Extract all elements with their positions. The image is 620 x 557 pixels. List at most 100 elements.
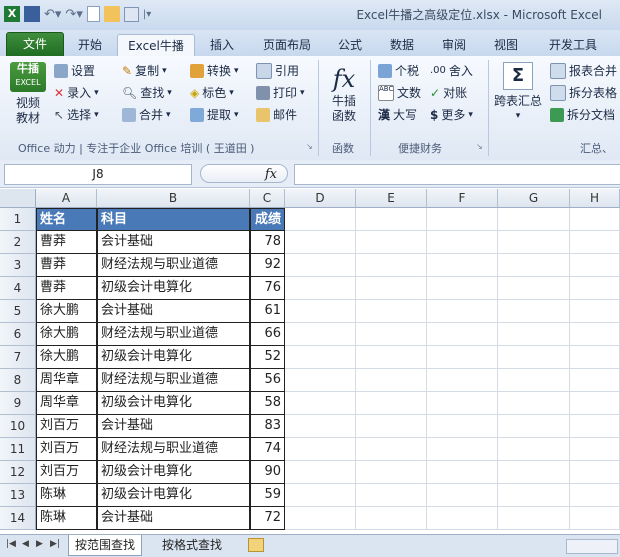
uppercase-button[interactable]: 漢大写 xyxy=(378,106,417,123)
table-cell[interactable]: 56 xyxy=(250,369,285,392)
row-header[interactable]: 7 xyxy=(0,346,36,369)
empty-cell[interactable] xyxy=(427,484,498,507)
row-header[interactable]: 12 xyxy=(0,461,36,484)
table-cell[interactable]: 83 xyxy=(250,415,285,438)
empty-cell[interactable] xyxy=(285,346,356,369)
excel-logo-icon[interactable]: X xyxy=(4,6,20,22)
empty-cell[interactable] xyxy=(285,415,356,438)
row-header[interactable]: 11 xyxy=(0,438,36,461)
insert-function-button[interactable]: fx xyxy=(200,164,288,183)
empty-cell[interactable] xyxy=(356,507,427,530)
empty-cell[interactable] xyxy=(285,461,356,484)
empty-cell[interactable] xyxy=(356,277,427,300)
empty-cell[interactable] xyxy=(570,438,620,461)
table-cell[interactable]: 陈琳 xyxy=(36,507,97,530)
sheet-tab-range-find[interactable]: 按范围查找 xyxy=(68,535,143,556)
prev-sheet-icon[interactable]: ◀ xyxy=(22,539,29,549)
tax-button[interactable]: 个税 xyxy=(378,62,419,79)
empty-cell[interactable] xyxy=(498,484,570,507)
table-cell[interactable]: 52 xyxy=(250,346,285,369)
empty-cell[interactable] xyxy=(570,507,620,530)
split-table-button[interactable]: 拆分表格 xyxy=(550,84,617,101)
table-header-cell[interactable]: 成绩 xyxy=(250,208,285,231)
empty-cell[interactable] xyxy=(427,231,498,254)
quote-button[interactable]: 引用 xyxy=(256,62,299,79)
column-header[interactable]: B xyxy=(97,189,250,208)
empty-cell[interactable] xyxy=(498,300,570,323)
tab-insert[interactable]: 插入 xyxy=(200,34,244,56)
mail-button[interactable]: 邮件 xyxy=(256,106,297,123)
empty-cell[interactable] xyxy=(498,323,570,346)
first-sheet-icon[interactable]: |◀ xyxy=(6,539,16,549)
empty-cell[interactable] xyxy=(570,484,620,507)
row-header[interactable]: 10 xyxy=(0,415,36,438)
table-cell[interactable]: 61 xyxy=(250,300,285,323)
open-folder-icon[interactable] xyxy=(103,6,120,22)
copy-button[interactable]: ✎ 复制 ▾ xyxy=(122,62,167,79)
table-cell[interactable]: 财经法规与职业道德 xyxy=(97,254,250,277)
empty-cell[interactable] xyxy=(570,231,620,254)
enter-button[interactable]: ✕ 录入 ▾ xyxy=(54,84,99,101)
table-cell[interactable]: 初级会计电算化 xyxy=(97,392,250,415)
tab-review[interactable]: 审阅 xyxy=(434,34,474,56)
find-button[interactable]: 🔍︎ 查找 ▾ xyxy=(122,84,172,101)
row-header[interactable]: 13 xyxy=(0,484,36,507)
empty-cell[interactable] xyxy=(427,507,498,530)
table-cell[interactable]: 刘百万 xyxy=(36,461,97,484)
empty-cell[interactable] xyxy=(427,461,498,484)
row-header[interactable]: 5 xyxy=(0,300,36,323)
empty-cell[interactable] xyxy=(570,208,620,231)
empty-cell[interactable] xyxy=(356,208,427,231)
row-header[interactable]: 6 xyxy=(0,323,36,346)
merge-button[interactable]: 合并 ▾ xyxy=(122,106,171,123)
niubo-function-button[interactable]: fx 牛插 函数 xyxy=(324,64,364,124)
table-cell[interactable]: 周华章 xyxy=(36,392,97,415)
empty-cell[interactable] xyxy=(570,277,620,300)
row-header[interactable]: 9 xyxy=(0,392,36,415)
empty-cell[interactable] xyxy=(498,231,570,254)
empty-cell[interactable] xyxy=(498,208,570,231)
more-button[interactable]: $ 更多 ▾ xyxy=(430,106,473,123)
empty-cell[interactable] xyxy=(498,415,570,438)
empty-cell[interactable] xyxy=(427,254,498,277)
extract-button[interactable]: 提取 ▾ xyxy=(190,106,239,123)
table-cell[interactable]: 72 xyxy=(250,507,285,530)
empty-cell[interactable] xyxy=(570,369,620,392)
empty-cell[interactable] xyxy=(427,415,498,438)
empty-cell[interactable] xyxy=(356,300,427,323)
settings-button[interactable]: 设置 xyxy=(54,62,95,79)
name-box[interactable]: J8 xyxy=(4,164,192,185)
redo-icon[interactable]: ↷▾ xyxy=(65,7,82,22)
empty-cell[interactable] xyxy=(427,300,498,323)
table-cell[interactable]: 初级会计电算化 xyxy=(97,346,250,369)
table-cell[interactable]: 90 xyxy=(250,461,285,484)
tab-page-layout[interactable]: 页面布局 xyxy=(254,34,320,56)
empty-cell[interactable] xyxy=(427,369,498,392)
tab-file[interactable]: 文件 xyxy=(6,32,64,57)
column-header[interactable]: D xyxy=(285,189,356,208)
column-header[interactable]: G xyxy=(498,189,570,208)
select-button[interactable]: ↖ 选择 ▾ xyxy=(54,106,99,123)
table-cell[interactable]: 66 xyxy=(250,323,285,346)
column-header[interactable]: E xyxy=(356,189,427,208)
next-sheet-icon[interactable]: ▶ xyxy=(36,539,43,549)
table-header-cell[interactable]: 科目 xyxy=(97,208,250,231)
table-cell[interactable]: 74 xyxy=(250,438,285,461)
convert-button[interactable]: 转换 ▾ xyxy=(190,62,239,79)
table-cell[interactable]: 徐大鹏 xyxy=(36,346,97,369)
empty-cell[interactable] xyxy=(498,254,570,277)
table-cell[interactable]: 78 xyxy=(250,231,285,254)
table-cell[interactable]: 59 xyxy=(250,484,285,507)
column-header[interactable]: C xyxy=(250,189,285,208)
empty-cell[interactable] xyxy=(427,346,498,369)
table-cell[interactable]: 92 xyxy=(250,254,285,277)
column-header[interactable]: F xyxy=(427,189,498,208)
table-cell[interactable]: 刘百万 xyxy=(36,415,97,438)
undo-icon[interactable]: ↶▾ xyxy=(44,7,61,22)
row-header[interactable]: 1 xyxy=(0,208,36,231)
empty-cell[interactable] xyxy=(285,484,356,507)
table-cell[interactable]: 初级会计电算化 xyxy=(97,484,250,507)
empty-cell[interactable] xyxy=(498,507,570,530)
table-cell[interactable]: 曹莽 xyxy=(36,231,97,254)
print-button[interactable]: 打印 ▾ xyxy=(256,84,305,101)
